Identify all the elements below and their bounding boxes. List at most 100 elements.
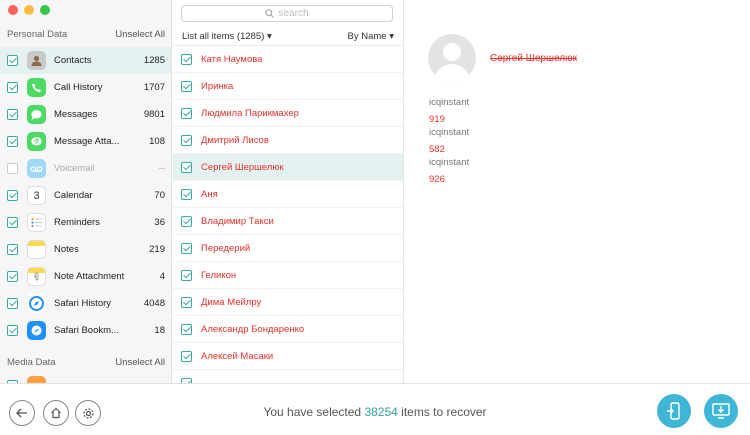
list-item[interactable]: Аня <box>173 181 403 208</box>
list-filter-dropdown[interactable]: List all items (1285) ▾ <box>182 31 272 42</box>
sidebar-item-label: Notes <box>54 244 79 255</box>
sidebar-item-label: Call History <box>54 82 103 93</box>
list-item[interactable]: Катя Наумова <box>173 46 403 73</box>
sort-dropdown[interactable]: By Name ▾ <box>348 31 395 42</box>
zoom-window-button[interactable] <box>40 5 50 15</box>
sidebar-item-label: Messages <box>54 109 98 120</box>
calendar-icon: 3 <box>27 186 46 205</box>
sidebar-item-contacts[interactable]: Contacts 1285 <box>0 47 171 74</box>
contact-name: Дмитрий Лисов <box>201 134 269 146</box>
list-item[interactable]: Александр Бондаренко <box>173 316 403 343</box>
checkbox[interactable] <box>181 188 192 200</box>
list-item[interactable]: Дмитрий Лисов <box>173 127 403 154</box>
search-input[interactable]: search <box>181 5 393 22</box>
section-title: Personal Data <box>7 28 68 40</box>
checkbox[interactable] <box>7 298 18 309</box>
media-data-header: Media Data Unselect All <box>0 354 171 370</box>
selected-count: 38254 <box>364 405 398 419</box>
checkbox[interactable] <box>181 296 192 308</box>
checkbox[interactable] <box>181 107 192 119</box>
sidebar-item-note-attachment[interactable]: Note Attachment 4 <box>0 263 171 290</box>
sidebar-item-safari-bookmarks[interactable]: Safari Bookm... 18 <box>0 317 171 344</box>
sidebar-item-voicemail[interactable]: Voicemail -- <box>0 155 171 182</box>
contact-detail-name: Сергей Шершелюк <box>490 53 577 64</box>
sidebar-item-message-attachments[interactable]: Message Atta... 108 <box>0 128 171 155</box>
checkbox[interactable] <box>181 161 192 173</box>
minimize-window-button[interactable] <box>24 5 34 15</box>
contact-detail-panel: Сергей Шершелюк icqinstant 919 icqinstan… <box>405 0 750 383</box>
checkbox[interactable] <box>7 271 18 282</box>
checkbox[interactable] <box>7 244 18 255</box>
sidebar-item-count: 1707 <box>143 82 165 93</box>
checkbox[interactable] <box>181 323 192 335</box>
checkbox[interactable] <box>181 80 192 92</box>
sidebar-item-label: Message Atta... <box>54 136 120 147</box>
sidebar-item-count: 18 <box>154 325 165 336</box>
sidebar-item-label: Safari History <box>54 298 112 309</box>
contact-name: Алексей Масаки <box>201 350 274 362</box>
list-item-selected[interactable]: Сергей Шершелюк <box>173 154 403 181</box>
close-window-button[interactable] <box>8 5 18 15</box>
chevron-down-icon: ▾ <box>389 31 394 42</box>
sidebar-item-count: 4 <box>159 271 165 282</box>
recover-to-device-button[interactable] <box>657 394 691 428</box>
sidebar-item-count: 9801 <box>143 109 165 120</box>
checkbox[interactable] <box>181 269 192 281</box>
unselect-all-button[interactable]: Unselect All <box>115 29 165 40</box>
sidebar-item-safari-history[interactable]: Safari History 4048 <box>0 290 171 317</box>
sidebar-item-notes[interactable]: Notes 219 <box>0 236 171 263</box>
sidebar-item-label: Voicemail <box>54 163 95 174</box>
selection-summary: You have selected 38254 items to recover <box>263 405 487 419</box>
sidebar-item-count: 4048 <box>143 298 165 309</box>
sidebar-item-label: Safari Bookm... <box>54 325 119 336</box>
checkbox[interactable] <box>7 325 18 336</box>
contact-name: Дима Мейлру <box>201 296 262 308</box>
checkbox[interactable] <box>181 53 192 65</box>
field-label: icqinstant <box>429 97 470 108</box>
list-item[interactable]: Иринка <box>173 73 403 100</box>
list-item[interactable]: Передерий <box>173 235 403 262</box>
checkbox[interactable] <box>7 190 18 201</box>
chevron-down-icon: ▾ <box>267 31 272 42</box>
sidebar-item-messages[interactable]: Messages 9801 <box>0 101 171 128</box>
checkbox[interactable] <box>7 163 18 174</box>
field-value: 926 <box>429 174 445 185</box>
checkbox[interactable] <box>181 134 192 146</box>
list-item[interactable]: Людмила Парикмахер <box>173 100 403 127</box>
contact-name: Александр Бондаренко <box>201 323 305 335</box>
contact-name: Людмила Парикмахер <box>201 107 299 119</box>
section-title: Media Data <box>7 356 56 368</box>
list-item[interactable]: Алексей Масаки <box>173 343 403 370</box>
messages-icon <box>27 105 46 124</box>
unselect-all-button[interactable]: Unselect All <box>115 357 165 368</box>
avatar <box>428 34 476 82</box>
contact-name: Владимир Такси <box>201 215 274 227</box>
list-item[interactable] <box>173 370 403 383</box>
sidebar: Personal Data Unselect All Contacts 1285… <box>0 0 172 383</box>
list-item[interactable]: Владимир Такси <box>173 208 403 235</box>
safari-bookmark-icon <box>27 321 46 340</box>
sidebar-item-count: -- <box>158 163 165 174</box>
sidebar-item-count: 219 <box>149 244 165 255</box>
sidebar-item-count: 70 <box>154 190 165 201</box>
checkbox[interactable] <box>181 242 192 254</box>
checkbox[interactable] <box>181 350 192 362</box>
sidebar-item-calendar[interactable]: 3 Calendar 70 <box>0 182 171 209</box>
phone-transfer-icon <box>667 402 680 420</box>
checkbox[interactable] <box>7 136 18 147</box>
checkbox[interactable] <box>7 82 18 93</box>
sidebar-item-media[interactable] <box>0 372 171 383</box>
photos-icon <box>27 376 46 383</box>
list-item[interactable]: Дима Мейлру <box>173 289 403 316</box>
sidebar-item-reminders[interactable]: Reminders 36 <box>0 209 171 236</box>
sidebar-item-count: 108 <box>149 136 165 147</box>
recover-to-computer-button[interactable] <box>704 394 738 428</box>
sidebar-item-call-history[interactable]: Call History 1707 <box>0 74 171 101</box>
contact-name: Катя Наумова <box>201 53 263 65</box>
checkbox[interactable] <box>7 55 18 66</box>
list-item[interactable]: Геликон <box>173 262 403 289</box>
checkbox[interactable] <box>7 217 18 228</box>
checkbox[interactable] <box>7 109 18 120</box>
checkbox[interactable] <box>181 215 192 227</box>
contacts-icon <box>27 51 46 70</box>
